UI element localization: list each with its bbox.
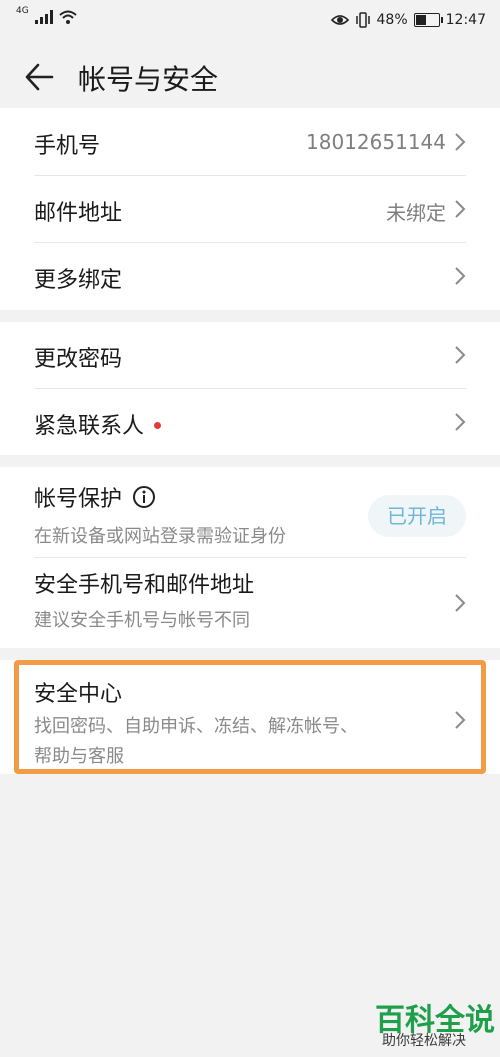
- protection-group: 帐号保护 在新设备或网站登录需验证身份 已开启 安全手机号和邮件地址 建议安全手…: [0, 467, 500, 648]
- row-account-protection[interactable]: 帐号保护 在新设备或网站登录需验证身份 已开启: [0, 467, 500, 557]
- chevron-right-icon: [455, 346, 466, 364]
- row-label: 安全中心: [34, 682, 123, 707]
- status-left: 4G: [16, 5, 77, 24]
- page-title: 帐号与安全: [78, 63, 219, 96]
- status-right: 48% 12:47: [330, 12, 486, 28]
- row-label: 帐号保护: [34, 481, 156, 513]
- vibrate-icon: [355, 12, 370, 28]
- info-icon[interactable]: [132, 485, 156, 509]
- chevron-right-icon: [455, 711, 466, 729]
- chevron-right-icon: [455, 413, 466, 431]
- alert-dot: [154, 422, 162, 429]
- chevron-right-icon: [455, 594, 466, 612]
- row-subtitle-line-2: 帮助与客服: [34, 746, 124, 767]
- row-label: 邮件地址: [34, 201, 123, 226]
- row-label-text: 紧急联系人: [34, 414, 145, 439]
- enabled-badge[interactable]: 已开启: [368, 495, 466, 537]
- binding-group: 手机号 18012651144 邮件地址 未绑定 更多绑定: [0, 108, 500, 310]
- row-phone[interactable]: 手机号 18012651144: [0, 108, 500, 175]
- row-label-text: 帐号保护: [34, 487, 123, 512]
- row-subtitle: 在新设备或网站登录需验证身份: [34, 526, 286, 547]
- row-label: 手机号: [34, 134, 101, 159]
- eye-icon: [330, 15, 349, 25]
- chevron-right-icon: [455, 200, 466, 218]
- chevron-right-icon: [455, 267, 466, 285]
- watermark-subtitle: 助你轻松解决: [382, 1033, 466, 1049]
- row-label: 更改密码: [34, 347, 123, 372]
- row-more-bindings[interactable]: 更多绑定: [0, 243, 500, 310]
- row-label: 更多绑定: [34, 268, 123, 293]
- chevron-right-icon: [455, 133, 466, 151]
- row-label: 安全手机号和邮件地址: [34, 573, 255, 598]
- app-bar: 帐号与安全: [0, 44, 500, 108]
- row-security-phone-email[interactable]: 安全手机号和邮件地址 建议安全手机号与帐号不同: [0, 558, 500, 648]
- security-center-group: 安全中心 找回密码、自助申诉、冻结、解冻帐号、 帮助与客服: [0, 660, 500, 774]
- battery-fill: [415, 15, 426, 25]
- email-status: 未绑定: [386, 201, 446, 225]
- clock: 12:47: [445, 12, 486, 28]
- signal-icon: [34, 10, 53, 24]
- status-bar: 4G 48% 12:47: [0, 0, 500, 44]
- network-type: 4G: [16, 5, 29, 16]
- back-arrow-icon[interactable]: [24, 62, 54, 92]
- security-settings-group: 更改密码 紧急联系人: [0, 322, 500, 455]
- row-label: 紧急联系人: [34, 408, 162, 440]
- row-emergency-contact[interactable]: 紧急联系人: [0, 389, 500, 455]
- row-subtitle-line-1: 找回密码、自助申诉、冻结、解冻帐号、: [34, 716, 358, 737]
- row-subtitle: 建议安全手机号与帐号不同: [34, 610, 250, 631]
- row-email[interactable]: 邮件地址 未绑定: [0, 176, 500, 242]
- row-change-password[interactable]: 更改密码: [0, 322, 500, 388]
- phone-number: 18012651144: [306, 130, 446, 154]
- battery-percent: 48%: [376, 12, 408, 28]
- row-security-center[interactable]: 安全中心 找回密码、自助申诉、冻结、解冻帐号、 帮助与客服: [0, 660, 500, 774]
- wifi-icon: [59, 10, 77, 24]
- battery-icon: [413, 13, 443, 27]
